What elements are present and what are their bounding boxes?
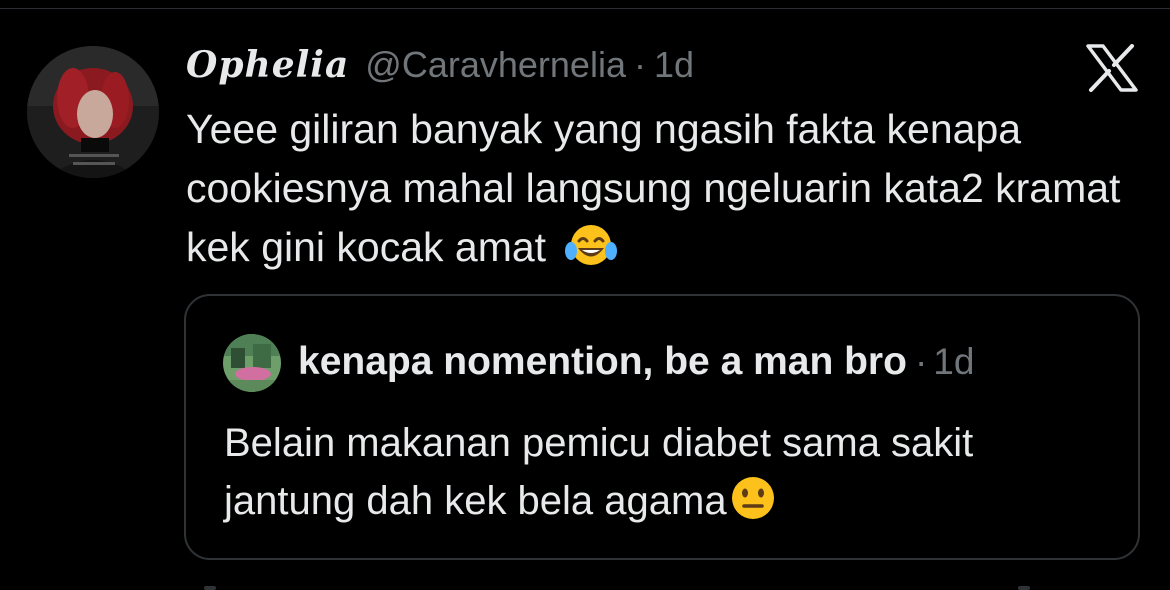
tweet-text: Yeee giliran banyak yang ngasih fakta ke…: [186, 106, 1121, 270]
tweet-header: Ophelia @Caravhernelia · 1d: [186, 44, 694, 90]
author-handle[interactable]: @Caravhernelia: [365, 44, 626, 86]
tweet-body: Yeee giliran banyak yang ngasih fakta ke…: [186, 100, 1146, 283]
x-logo-icon[interactable]: [1086, 44, 1138, 92]
quoted-author-display-name[interactable]: kenapa nomention, be a man bro: [298, 340, 907, 384]
quoted-tweet-header: kenapa nomention, be a man bro · 1d: [298, 340, 974, 384]
quoted-tweet-timestamp[interactable]: 1d: [933, 341, 974, 383]
tweet-timestamp[interactable]: 1d: [654, 44, 694, 86]
quoted-tweet-body: Belain makanan pemicu diabet sama sakit …: [224, 414, 1104, 536]
action-bar-hint-left: [204, 586, 216, 590]
quoted-author-avatar[interactable]: [223, 334, 281, 392]
quoted-separator-dot: ·: [914, 341, 928, 382]
neutral-face-icon: [729, 474, 777, 536]
quoted-tweet-card[interactable]: kenapa nomention, be a man bro · 1d Bela…: [184, 294, 1140, 560]
avatar-image: [27, 46, 159, 178]
separator-dot: ·: [633, 44, 646, 85]
author-display-name[interactable]: Ophelia: [186, 44, 349, 86]
top-divider: [0, 8, 1170, 9]
author-avatar[interactable]: [27, 46, 159, 178]
quoted-tweet-text: Belain makanan pemicu diabet sama sakit …: [224, 421, 974, 523]
quoted-avatar-image: [223, 334, 281, 392]
face-with-tears-of-joy-icon: [565, 221, 618, 283]
action-bar-hint-right: [1018, 586, 1030, 590]
